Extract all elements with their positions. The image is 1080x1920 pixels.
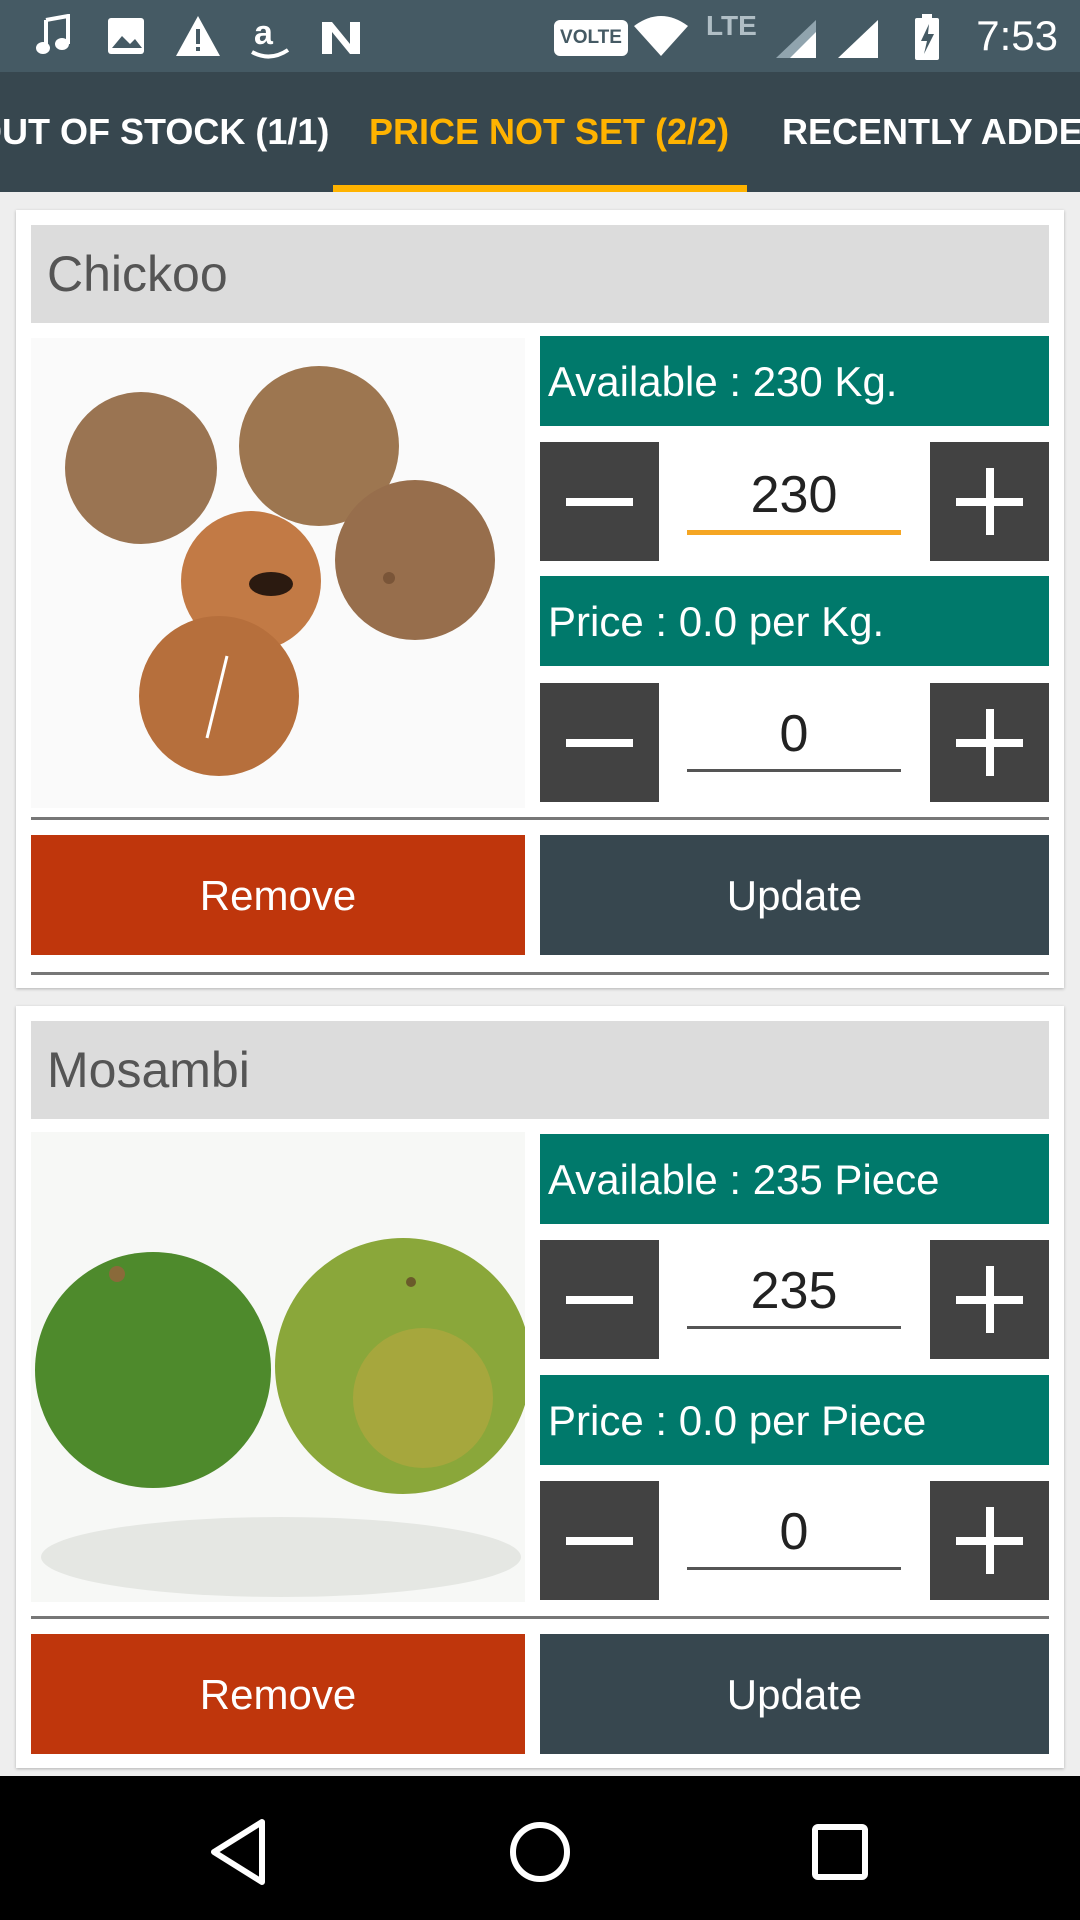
tab-recently-added[interactable]: RECENTLY ADDED: [782, 72, 1080, 192]
volte-badge: VOLTE: [554, 20, 628, 56]
signal-icon: [776, 20, 816, 58]
product-card: Mosambi Available : 235 Piece Price : 0.…: [16, 1006, 1064, 1768]
quantity-increment-button[interactable]: [930, 442, 1049, 561]
n-icon: [322, 22, 360, 54]
tab-out-of-stock[interactable]: OUT OF STOCK (1/1): [0, 72, 329, 192]
status-bar: a VOLTE LTE 7:53: [0, 0, 1080, 72]
active-tab-indicator: [333, 185, 747, 192]
home-icon[interactable]: [500, 1812, 580, 1892]
back-icon[interactable]: [200, 1812, 280, 1892]
plus-icon-vertical: [986, 709, 994, 776]
minus-icon: [566, 1537, 633, 1545]
amazon-icon: a: [251, 14, 290, 59]
plus-icon-vertical: [986, 468, 994, 535]
available-label: Available : 235 Piece: [540, 1134, 1049, 1224]
quantity-decrement-button[interactable]: [540, 442, 659, 561]
battery-charging-icon: [915, 14, 939, 60]
image-icon: [108, 18, 144, 54]
price-label: Price : 0.0 per Kg.: [540, 576, 1049, 666]
quantity-input[interactable]: [687, 460, 901, 535]
price-decrement-button[interactable]: [540, 683, 659, 802]
signal-icon: [838, 20, 878, 58]
minus-icon: [566, 739, 633, 747]
quantity-increment-button[interactable]: [930, 1240, 1049, 1359]
product-name: Mosambi: [31, 1021, 1049, 1119]
chickoo-fruit-image: [31, 338, 525, 808]
mosambi-fruit-image: [31, 1132, 525, 1602]
wifi-icon: [634, 16, 688, 56]
update-button[interactable]: Update: [540, 835, 1049, 955]
music-note-icon: [36, 14, 70, 54]
price-decrement-button[interactable]: [540, 1481, 659, 1600]
minus-icon: [566, 1296, 633, 1304]
quantity-input[interactable]: [687, 1256, 901, 1329]
clock: 7:53: [976, 12, 1058, 59]
minus-icon: [566, 498, 633, 506]
divider: [31, 817, 1049, 820]
tab-bar: OUT OF STOCK (1/1) PRICE NOT SET (2/2) R…: [0, 72, 1080, 192]
remove-button[interactable]: Remove: [31, 1634, 525, 1754]
lte-label: LTE: [706, 10, 757, 41]
tab-price-not-set[interactable]: PRICE NOT SET (2/2): [369, 72, 729, 192]
divider: [31, 972, 1049, 975]
product-card: Chickoo Available : 230 Kg. Price : 0.0 …: [16, 210, 1064, 988]
price-increment-button[interactable]: [930, 1481, 1049, 1600]
remove-button[interactable]: Remove: [31, 835, 525, 955]
warning-icon: [176, 16, 220, 56]
price-increment-button[interactable]: [930, 683, 1049, 802]
price-label: Price : 0.0 per Piece: [540, 1375, 1049, 1465]
navigation-bar: [0, 1776, 1080, 1920]
plus-icon-vertical: [986, 1507, 994, 1574]
svg-text:a: a: [254, 14, 274, 52]
available-label: Available : 230 Kg.: [540, 336, 1049, 426]
price-input[interactable]: [687, 699, 901, 772]
product-name: Chickoo: [31, 225, 1049, 323]
recents-icon[interactable]: [800, 1812, 880, 1892]
price-input[interactable]: [687, 1497, 901, 1570]
plus-icon-vertical: [986, 1266, 994, 1333]
divider: [31, 1616, 1049, 1619]
quantity-decrement-button[interactable]: [540, 1240, 659, 1359]
update-button[interactable]: Update: [540, 1634, 1049, 1754]
